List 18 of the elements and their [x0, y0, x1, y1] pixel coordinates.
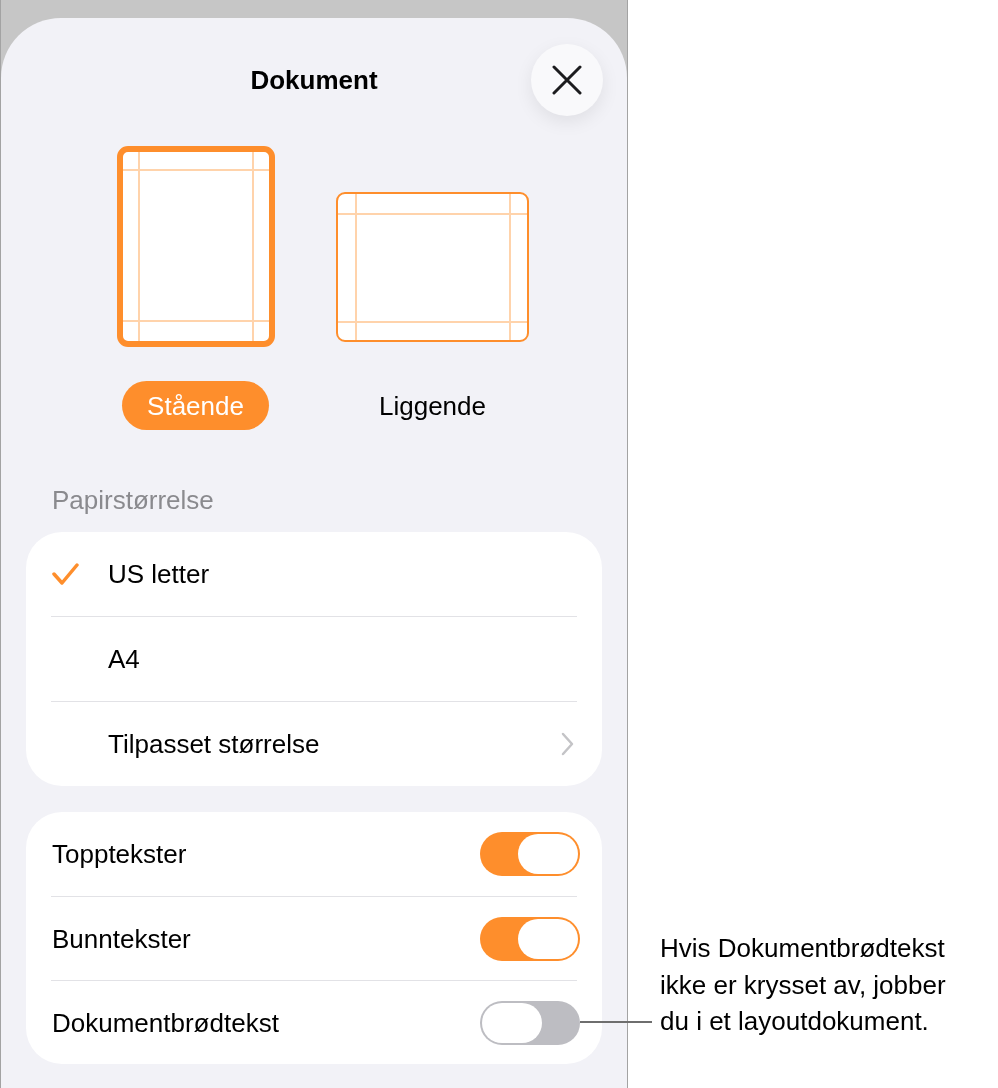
section-header: Papirstørrelse — [52, 486, 214, 514]
paper-size-option[interactable]: Tilpasset størrelse — [51, 702, 577, 786]
orientation-button[interactable]: Liggende — [354, 381, 511, 430]
close-icon — [552, 65, 582, 95]
chevron-right-icon — [561, 732, 574, 756]
portrait-page-thumbnail[interactable] — [116, 146, 275, 347]
callout-text: Hvis Dokumentbrødtekst ikke er krysset av, jobber du i et layoutdokument. — [660, 932, 947, 1038]
toggle-switch[interactable] — [480, 1000, 580, 1045]
leader-line — [580, 1020, 652, 1023]
paper-size-option[interactable]: A4 — [51, 617, 577, 701]
paper-size-option[interactable]: US letter — [51, 532, 577, 616]
landscape-page-thumbnail[interactable] — [336, 192, 529, 342]
toggle-switch[interactable] — [480, 916, 580, 961]
setting-label: Bunntekster — [51, 923, 191, 954]
toggle-switch[interactable] — [480, 832, 580, 876]
sheet-title: Dokument — [250, 65, 378, 95]
setting-label: Topptekster — [51, 839, 187, 869]
setting-label: Dokumentbrødtekst — [51, 1007, 279, 1038]
